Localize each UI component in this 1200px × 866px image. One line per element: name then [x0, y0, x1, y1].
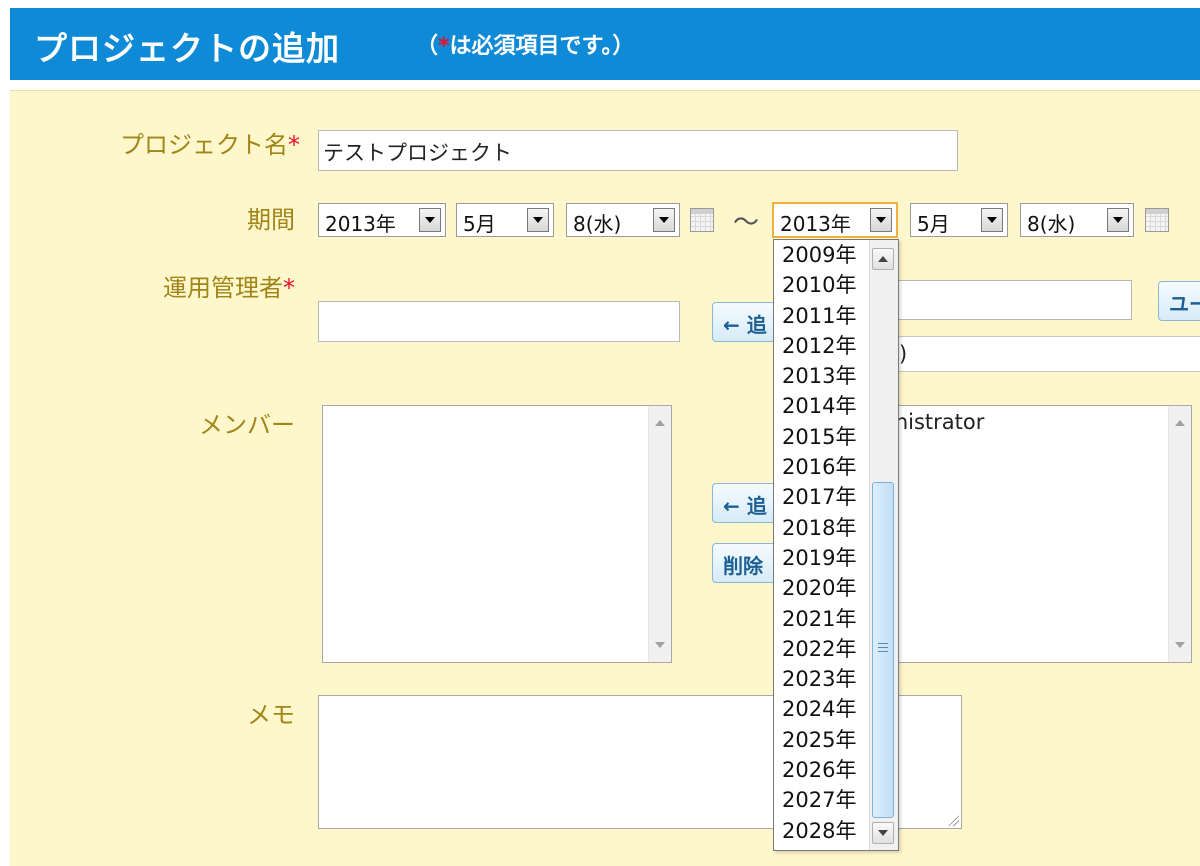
required-note: （*は必須項目です。）	[416, 34, 635, 59]
scroll-down-icon[interactable]	[1175, 642, 1185, 648]
year-option[interactable]: 2013年	[774, 361, 870, 391]
year-option[interactable]: 2009年	[774, 240, 870, 270]
year-option[interactable]: 2025年	[774, 725, 870, 755]
year-option[interactable]: 2020年	[774, 573, 870, 603]
scroll-thumb[interactable]	[872, 482, 894, 818]
resize-grip-icon[interactable]	[947, 814, 959, 826]
scroll-up-icon[interactable]	[872, 248, 894, 270]
year-option[interactable]: 2023年	[774, 664, 870, 694]
start-day-select[interactable]: 8(水)	[566, 203, 680, 237]
candidates-listbox[interactable]: inistrator	[880, 405, 1192, 663]
year-option[interactable]: 2018年	[774, 513, 870, 543]
scrollbar[interactable]	[1168, 406, 1191, 662]
end-day-select[interactable]: 8(水)	[1020, 203, 1134, 237]
add-member-button[interactable]: ← 追	[712, 483, 782, 523]
year-option[interactable]: 2011年	[774, 301, 870, 331]
page-header: プロジェクトの追加 （*は必須項目です。）	[10, 8, 1200, 80]
year-options: 2009年 2010年 2011年 2012年 2013年 2014年 2015年 2016年…	[774, 240, 870, 846]
calendar-icon[interactable]	[690, 208, 714, 232]
year-option[interactable]: 2012年	[774, 331, 870, 361]
start-year-select[interactable]: 2013年	[318, 203, 446, 237]
user-search-button[interactable]: ユー	[1158, 281, 1200, 321]
chevron-down-icon[interactable]	[527, 208, 549, 232]
group-select[interactable]: )	[880, 336, 1200, 372]
year-option[interactable]: 2024年	[774, 694, 870, 724]
scroll-down-icon[interactable]	[872, 822, 894, 844]
year-option[interactable]: 2026年	[774, 755, 870, 785]
start-month-select[interactable]: 5月	[456, 203, 554, 237]
members-listbox[interactable]	[322, 405, 672, 663]
chevron-down-icon[interactable]	[870, 208, 892, 232]
year-option[interactable]: 2019年	[774, 543, 870, 573]
scroll-down-icon[interactable]	[655, 642, 665, 648]
user-search-input[interactable]	[880, 280, 1132, 320]
year-option[interactable]: 2015年	[774, 422, 870, 452]
year-option[interactable]: 2016年	[774, 452, 870, 482]
dropdown-scrollbar[interactable]	[869, 240, 898, 850]
delete-member-button[interactable]: 削除	[712, 543, 782, 583]
project-name-label: プロジェクト名*	[120, 131, 300, 159]
year-option[interactable]: 2022年	[774, 634, 870, 664]
page-title: プロジェクトの追加	[34, 29, 340, 68]
scroll-up-icon[interactable]	[1175, 420, 1185, 426]
chevron-down-icon[interactable]	[1107, 208, 1129, 232]
year-option[interactable]: 2021年	[774, 604, 870, 634]
scrollbar[interactable]	[648, 406, 671, 662]
project-name-input[interactable]: テストプロジェクト	[318, 130, 958, 171]
year-option[interactable]: 2010年	[774, 270, 870, 300]
end-month-select[interactable]: 5月	[910, 203, 1008, 237]
grip-icon	[878, 643, 888, 652]
chevron-down-icon[interactable]	[981, 208, 1003, 232]
candidate-item[interactable]: inistrator	[889, 410, 984, 434]
year-option[interactable]: 2014年	[774, 391, 870, 421]
chevron-down-icon[interactable]	[419, 208, 441, 232]
period-label: 期間	[247, 206, 295, 234]
period-separator: 〜	[733, 208, 760, 238]
memo-label: メモ	[247, 701, 295, 729]
end-year-dropdown-list[interactable]: 2009年 2010年 2011年 2012年 2013年 2014年 2015年 2016年…	[773, 239, 899, 851]
admin-label: 運用管理者*	[163, 274, 295, 302]
year-option[interactable]: 2027年	[774, 785, 870, 815]
end-year-select[interactable]: 2013年	[772, 202, 898, 238]
calendar-icon[interactable]	[1145, 208, 1169, 232]
year-option[interactable]: 2017年	[774, 482, 870, 512]
scroll-up-icon[interactable]	[655, 420, 665, 426]
add-admin-button[interactable]: ← 追	[712, 302, 782, 342]
chevron-down-icon[interactable]	[653, 208, 675, 232]
year-option[interactable]: 2028年	[774, 816, 870, 846]
admin-input[interactable]	[318, 301, 680, 342]
members-label: メンバー	[199, 411, 295, 439]
